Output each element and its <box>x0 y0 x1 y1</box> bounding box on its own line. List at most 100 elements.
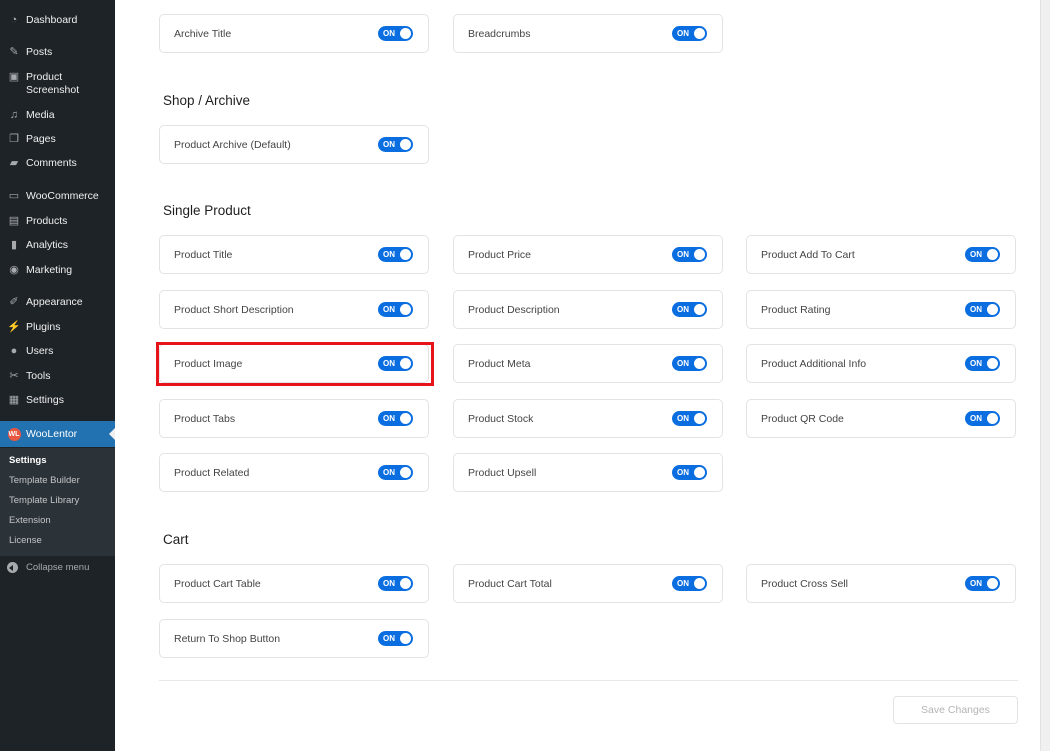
sidebar-item-products[interactable]: ▤ Products <box>0 215 115 228</box>
settings-icon: ▦ <box>8 394 20 406</box>
media-icon: ♫ <box>9 109 19 121</box>
module-toggle[interactable]: ON <box>378 576 413 591</box>
sidebar-item-label: Media <box>26 109 55 121</box>
toggle-knob <box>987 413 998 424</box>
module-card: Product Title ON <box>159 235 429 274</box>
sidebar-item-woolentor[interactable]: WL WooLentor <box>0 421 115 447</box>
sidebar-item-settings[interactable]: ▦ Settings <box>0 394 115 407</box>
module-card: Archive Title ON <box>159 14 429 53</box>
module-label: Product Rating <box>761 303 831 316</box>
toggle-state-label: ON <box>383 414 395 423</box>
toggle-knob <box>694 28 705 39</box>
sidebar-item-marketing[interactable]: ◉ Marketing <box>0 264 115 277</box>
module-toggle[interactable]: ON <box>378 302 413 317</box>
sidebar-item-comments[interactable]: ▰ Comments <box>0 157 115 170</box>
module-toggle[interactable]: ON <box>672 356 707 371</box>
module-toggle[interactable]: ON <box>672 302 707 317</box>
module-label: Breadcrumbs <box>468 27 531 40</box>
toggle-state-label: ON <box>970 305 982 314</box>
module-card: Product Related ON <box>159 453 429 492</box>
module-card: Product Upsell ON <box>453 453 723 492</box>
save-changes-button[interactable]: Save Changes <box>893 696 1018 724</box>
section-title-cart: Cart <box>163 532 189 547</box>
sidebar-item-posts[interactable]: ✎ Posts <box>0 46 115 59</box>
toggle-state-label: ON <box>970 359 982 368</box>
module-toggle[interactable]: ON <box>378 356 413 371</box>
module-toggle[interactable]: ON <box>378 465 413 480</box>
module-toggle[interactable]: ON <box>965 356 1000 371</box>
module-label: Product Cross Sell <box>761 577 848 590</box>
sidebar-item-label: Marketing <box>26 264 73 276</box>
toggle-state-label: ON <box>383 579 395 588</box>
module-toggle[interactable]: ON <box>378 631 413 646</box>
module-label: Product Additional Info <box>761 357 867 370</box>
module-toggle[interactable]: ON <box>672 465 707 480</box>
toggle-knob <box>400 28 411 39</box>
sidebar-item-pages[interactable]: ❐ Pages <box>0 133 115 146</box>
woolentor-logo-icon: WL <box>7 427 21 441</box>
sidebar-item-users[interactable]: ● Users <box>0 345 115 358</box>
module-toggle[interactable]: ON <box>672 26 707 41</box>
module-card: Product Price ON <box>453 235 723 274</box>
module-toggle[interactable]: ON <box>672 411 707 426</box>
sidebar-item-label: Plugins <box>26 321 61 333</box>
toggle-state-label: ON <box>970 414 982 423</box>
module-label: Product Add To Cart <box>761 248 855 261</box>
sidebar-item-plugins[interactable]: ⚡ Plugins <box>0 321 115 334</box>
sidebar-item-media[interactable]: ♫ Media <box>0 109 115 122</box>
submenu-item-license[interactable]: License <box>9 535 42 546</box>
collapse-icon <box>7 562 18 573</box>
sidebar-item-label: Products <box>26 215 68 227</box>
wrench-icon: ✂ <box>9 370 19 382</box>
toggle-state-label: ON <box>970 250 982 259</box>
screenshot-icon: ▣ <box>8 71 20 83</box>
module-toggle[interactable]: ON <box>965 576 1000 591</box>
module-label: Product Description <box>468 303 560 316</box>
submenu-item-template-builder[interactable]: Template Builder <box>9 475 80 486</box>
section-title-shop-archive: Shop / Archive <box>163 93 251 108</box>
submenu-item-extension[interactable]: Extension <box>9 515 51 526</box>
module-label: Product Related <box>174 466 250 479</box>
woocommerce-icon: ▭ <box>8 190 20 202</box>
sidebar-item-label: Analytics <box>26 239 69 251</box>
sidebar-item-product-screenshot[interactable]: ▣ Product Screenshot <box>0 71 115 97</box>
toggle-state-label: ON <box>383 250 395 259</box>
module-label: Product Meta <box>468 357 531 370</box>
divider <box>159 680 1018 681</box>
module-toggle[interactable]: ON <box>672 576 707 591</box>
sidebar-item-label: Comments <box>26 157 77 169</box>
submenu-item-settings[interactable]: Settings <box>9 455 46 466</box>
toggle-state-label: ON <box>677 468 689 477</box>
toggle-state-label: ON <box>383 140 395 149</box>
module-toggle[interactable]: ON <box>378 411 413 426</box>
module-card: Product Cross Sell ON <box>746 564 1016 603</box>
sidebar-item-tools[interactable]: ✂ Tools <box>0 370 115 383</box>
sidebar-item-analytics[interactable]: ▮ Analytics <box>0 239 115 252</box>
module-toggle[interactable]: ON <box>965 247 1000 262</box>
sidebar-item-appearance[interactable]: ✐ Appearance <box>0 296 115 309</box>
collapse-menu-button[interactable]: Collapse menu <box>0 562 115 573</box>
sidebar-item-label: Settings <box>26 394 64 406</box>
module-toggle[interactable]: ON <box>378 247 413 262</box>
module-toggle[interactable]: ON <box>672 247 707 262</box>
toggle-state-label: ON <box>677 579 689 588</box>
module-label: Return To Shop Button <box>174 632 281 645</box>
collapse-menu-label: Collapse menu <box>26 562 90 573</box>
module-label: Product Short Description <box>174 303 294 316</box>
admin-sidebar: ◔ Dashboard ✎ Posts ▣ Product Screenshot ♫ Medi… <box>0 0 115 751</box>
toggle-knob <box>694 304 705 315</box>
pages-icon: ❐ <box>9 133 19 145</box>
archive-box-icon: ▤ <box>8 215 20 227</box>
toggle-knob <box>400 304 411 315</box>
module-toggle[interactable]: ON <box>378 137 413 152</box>
module-toggle[interactable]: ON <box>965 411 1000 426</box>
page-scrollbar[interactable] <box>1040 0 1050 751</box>
module-card: Product Cart Total ON <box>453 564 723 603</box>
sidebar-item-dashboard[interactable]: ◔ Dashboard <box>0 14 115 27</box>
submenu-item-template-library[interactable]: Template Library <box>9 495 79 506</box>
module-card: Product Stock ON <box>453 399 723 438</box>
module-toggle[interactable]: ON <box>965 302 1000 317</box>
sidebar-item-woocommerce[interactable]: ▭ WooCommerce <box>0 190 115 203</box>
module-label: Product Title <box>174 248 233 261</box>
module-toggle[interactable]: ON <box>378 26 413 41</box>
